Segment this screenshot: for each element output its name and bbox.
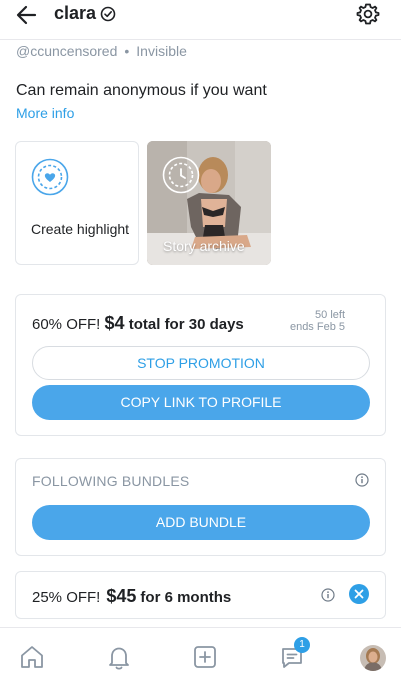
status-text: Invisible	[136, 43, 187, 59]
bell-icon[interactable]	[105, 643, 133, 671]
promotion-remaining: 50 left	[315, 309, 345, 321]
about-text: Can remain anonymous if you want	[16, 82, 267, 99]
create-highlight-card[interactable]: Create highlight	[15, 141, 139, 265]
bundle-offer-card: 25% OFF! $45 for 6 months	[15, 571, 386, 619]
home-icon[interactable]	[18, 643, 46, 671]
back-button[interactable]	[14, 2, 40, 28]
bottom-nav: 1	[0, 627, 401, 680]
username: @ccuncensored	[16, 43, 118, 59]
promotion-discount: 60% OFF!	[32, 316, 101, 333]
settings-button[interactable]	[356, 2, 380, 26]
info-icon[interactable]	[321, 588, 335, 602]
promotion-term: total for 30 days	[128, 316, 244, 333]
gear-icon	[356, 3, 380, 25]
promotion-ends: ends Feb 5	[289, 321, 345, 333]
verified-check-icon	[100, 6, 116, 22]
story-archive-label: Story archive	[163, 238, 245, 254]
top-bar: clara	[0, 0, 401, 40]
more-info-link[interactable]: More info	[16, 105, 74, 121]
profile-subline: @ccuncensored • Invisible	[16, 43, 187, 59]
add-bundle-button[interactable]: ADD BUNDLE	[32, 505, 370, 540]
add-post-icon[interactable]	[191, 643, 219, 671]
heart-highlight-icon	[31, 158, 69, 196]
promotion-meta: 50 left ends Feb 5	[290, 309, 345, 333]
close-icon	[354, 589, 364, 599]
avatar[interactable]	[360, 645, 386, 671]
page-title: clara	[54, 3, 97, 23]
avatar-image	[360, 645, 386, 671]
bundles-card: FOLLOWING BUNDLES ADD BUNDLE	[15, 458, 386, 556]
promotion-title: 60% OFF! $4 total for 30 days	[32, 313, 244, 334]
arrow-left-icon	[16, 5, 37, 25]
story-archive-card[interactable]: Story archive	[147, 141, 271, 265]
archive-clock-icon	[162, 156, 200, 194]
info-icon[interactable]	[355, 473, 369, 487]
messages-badge: 1	[294, 637, 310, 653]
bundle-price: $45	[106, 586, 137, 606]
promotion-price: $4	[104, 313, 125, 333]
promotion-card: 60% OFF! $4 total for 30 days 50 left en…	[15, 294, 386, 436]
bundle-discount: 25% OFF!	[32, 589, 101, 606]
separator-dot: •	[124, 43, 130, 59]
bundle-term: for 6 months	[140, 589, 232, 606]
bundle-offer-text: 25% OFF! $45 for 6 months	[32, 586, 231, 607]
create-highlight-label: Create highlight	[31, 221, 130, 237]
stop-promotion-button[interactable]: STOP PROMOTION	[32, 346, 370, 380]
copy-link-button[interactable]: COPY LINK TO PROFILE	[32, 385, 370, 420]
remove-bundle-button[interactable]	[349, 584, 369, 604]
bundles-title: FOLLOWING BUNDLES	[32, 473, 190, 489]
